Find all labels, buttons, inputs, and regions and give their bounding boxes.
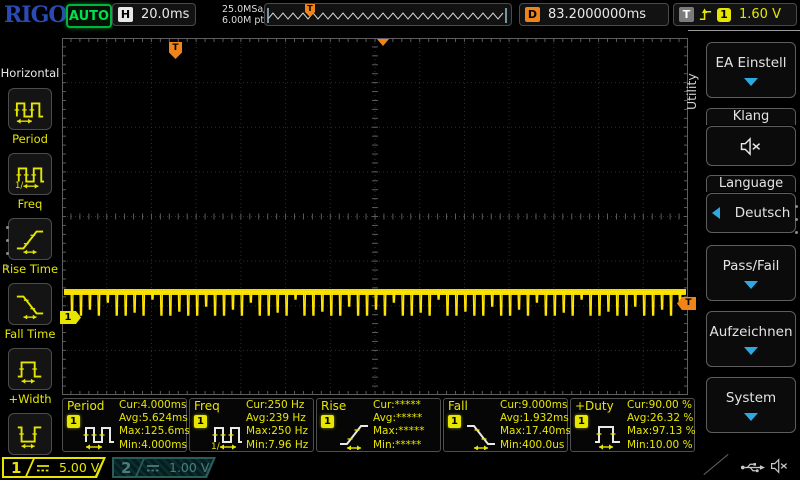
channel-badge: 1 [194,415,207,428]
rise-icon [13,224,47,254]
svg-text:1/: 1/ [211,442,221,450]
freq-icon: 1/ [13,159,47,189]
trigger-box[interactable]: T 1 1.60 V [673,3,797,26]
channel-badge: 1 [448,415,461,428]
rise-icon [336,418,372,450]
menu-item-io-setting[interactable]: EA Einstell [706,42,796,98]
dc-coupling-icon [146,463,160,473]
menu-divider [688,30,800,31]
scroll-dot [795,205,798,208]
scroll-dot [6,239,9,242]
usb-icon [740,461,765,474]
chevron-down-icon [744,347,758,355]
graticule-waveform-area [62,38,688,395]
chevron-left-icon [712,207,720,219]
chevron-down-icon [744,413,758,421]
channel-badge: 1 [67,415,80,428]
measurement-panel-fall[interactable]: Fall 1 Cur:9.000ms Avg:1.932ms Max:17.40… [443,398,568,452]
trigger-level-value: 1.60 V [739,7,781,22]
speaker-muted-icon [770,458,789,474]
measurement-panel-freq[interactable]: Freq 1 1/ Cur:250 Hz Avg:239 Hz Max:250 … [189,398,314,452]
chevron-down-icon [744,78,758,86]
fall-icon [13,289,47,319]
delay-box[interactable]: D 83.2000000ms [519,3,669,26]
speaker-muted-icon [739,137,763,156]
horizontal-scale-value: 20.0ms [141,7,189,22]
channel-badge: 1 [575,415,588,428]
scroll-dot [6,252,9,255]
sidebar-item-rise-time[interactable]: Rise Time [0,218,60,276]
scroll-dot [795,218,798,221]
menu-tab-utility: Utility [684,52,700,132]
oscilloscope-screen: RIGOL AUTO H 20.0ms 25.0MSa/s 6.00M pts … [0,0,800,480]
pwidth-icon [13,354,47,384]
scroll-dot [795,231,798,234]
nwidth-icon [13,419,47,449]
measurement-panel-period[interactable]: Period 1 Cur:4.000ms Avg:5.624ms Max:125… [62,398,187,452]
left-sidebar: Horizontal Period 1/ Freq Rise Time Fall… [0,30,60,455]
sidebar-item-period[interactable]: Period [0,88,60,146]
period-icon [82,418,118,450]
delay-value: 83.2000000ms [548,7,646,22]
period-icon [13,94,47,124]
sidebar-item-fall-time[interactable]: Fall Time [0,283,60,341]
pwidth-icon [590,418,626,450]
freq-icon: 1/ [209,418,245,450]
run-status-badge: AUTO [66,4,112,28]
sidebar-item-freq[interactable]: 1/ Freq [0,153,60,211]
menu-title-sound: Klang [706,108,796,125]
channel-badge: 1 [321,415,334,428]
sidebar-title: Horizontal [0,66,60,80]
chevron-down-icon [744,281,758,289]
scroll-dot [6,226,9,229]
dc-coupling-icon [36,463,50,473]
horizontal-label: H [118,7,133,22]
menu-item-passfail[interactable]: Pass/Fail [706,245,796,301]
fall-icon [463,418,499,450]
memory-waveform-preview [265,4,511,25]
svg-text:1/: 1/ [15,180,23,189]
channel-1-status[interactable]: 1 5.00 V [2,457,106,478]
menu-item-sound[interactable] [706,126,796,166]
sidebar-item-pwidth[interactable]: +Width [0,348,60,406]
rising-edge-icon [698,7,713,22]
menu-title-language: Language [706,175,796,192]
measurement-panel-duty[interactable]: +Duty 1 Cur:90.00 % Avg:26.32 % Max:97.1… [570,398,695,452]
channel-status-bar: 1 5.00 V 2 1.00 V [0,455,800,480]
scroll-dot [6,265,9,268]
menu-item-system[interactable]: System [706,377,796,433]
delay-label: D [525,7,540,22]
trigger-label: T [679,7,694,22]
menu-item-record[interactable]: Aufzeichnen [706,311,796,367]
horizontal-scale-box[interactable]: H 20.0ms [112,3,196,26]
measurement-panel-rise[interactable]: Rise 1 Cur:***** Avg:***** Max:***** Min… [316,398,441,452]
waveform-position-bar[interactable]: T [264,3,512,26]
menu-item-language[interactable]: Deutsch [706,193,796,233]
trigger-source-badge: 1 [717,8,731,22]
channel-2-status[interactable]: 2 1.00 V [112,457,216,478]
